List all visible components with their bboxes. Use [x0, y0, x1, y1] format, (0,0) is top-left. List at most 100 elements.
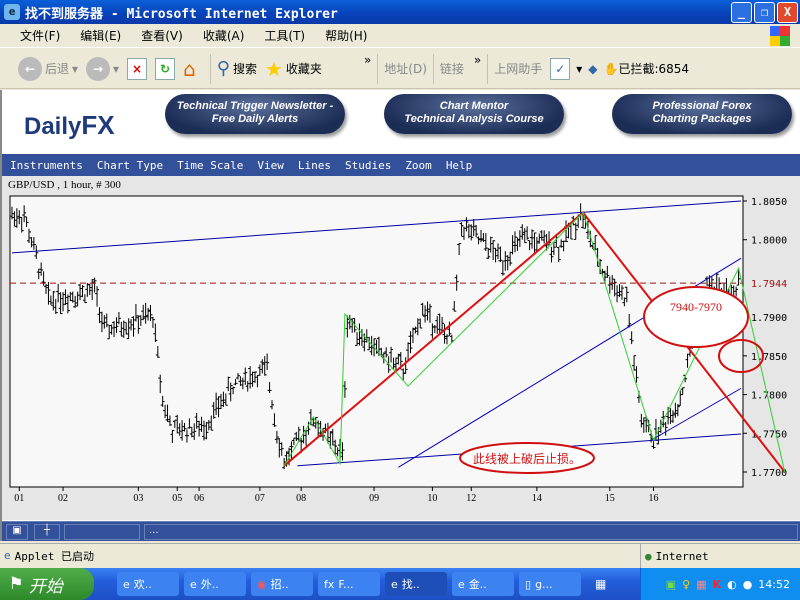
charting-packages-button[interactable]: Professional Forex Charting Packages — [612, 94, 792, 134]
x-tick-label: 14 — [532, 493, 542, 504]
menu-file[interactable]: 文件(F) — [20, 27, 60, 44]
home-icon: ⌂ — [183, 56, 196, 81]
applet-bottom-bar: ▣ ┼ ... — [2, 521, 800, 541]
minimize-button[interactable]: _ — [731, 2, 752, 23]
speaker-icon[interactable]: ◐ — [727, 578, 737, 591]
favorites-button[interactable]: ★ 收藏夹 — [265, 57, 322, 81]
status-text: Applet 已启动 — [14, 549, 94, 563]
menu-favorites[interactable]: 收藏(A) — [203, 27, 245, 44]
chart-mentor-button[interactable]: Chart Mentor Technical Analysis Course — [384, 94, 564, 134]
toolbar-chevron[interactable]: » — [364, 53, 371, 67]
menu-instruments[interactable]: Instruments — [10, 159, 83, 172]
hand-block-icon: ✋ — [603, 61, 619, 76]
menu-help[interactable]: Help — [446, 159, 473, 172]
security-zone: Internet — [655, 549, 709, 563]
menu-zoom[interactable]: Zoom — [405, 159, 432, 172]
menu-view[interactable]: 查看(V) — [141, 27, 183, 44]
menu-edit[interactable]: 编辑(E) — [80, 27, 121, 44]
page-content: DailyFX Technical Trigger Newsletter - Fr… — [0, 90, 800, 541]
taskbar: ⚑ 开始 e 欢.. e 外.. ◉ 招.. fx F... e 找.. e 金.. ▯ g..… — [0, 568, 800, 600]
back-arrow-icon: ← — [18, 56, 42, 81]
menu-time-scale[interactable]: Time Scale — [177, 159, 243, 172]
firewall-icon[interactable]: ▦ — [696, 578, 706, 591]
y-tick-label: 1.7850 — [751, 352, 787, 363]
toolbar: ← 后退 ▾ → ▾ × ↻ ⌂ ⚲ 搜索 ★ 收藏夹 » 地址(D) 链接 » 上网助… — [0, 49, 800, 89]
x-tick-label: 10 — [427, 493, 437, 504]
menu-tools[interactable]: 工具(T) — [264, 27, 305, 44]
menu-chart-type[interactable]: Chart Type — [97, 159, 163, 172]
applet-info: ... — [144, 524, 798, 540]
globe-icon: ● — [645, 549, 652, 563]
address-bar-label[interactable]: 地址(D) — [384, 60, 427, 77]
price-chart[interactable]: 1.80501.80001.79001.78501.78001.77501.77… — [0, 176, 800, 520]
tray-app-icon[interactable]: ● — [743, 578, 753, 591]
start-button[interactable]: ⚑ 开始 — [0, 568, 94, 600]
forward-button[interactable]: → ▾ — [86, 56, 119, 81]
menu-help[interactable]: 帮助(H) — [325, 27, 367, 44]
popup-blocked-count[interactable]: 已拦截:6854 — [618, 60, 689, 77]
task-button[interactable]: e 金.. — [452, 572, 514, 596]
refresh-icon: ↻ — [155, 57, 176, 80]
y-tick-label: 1.7900 — [751, 313, 787, 324]
keyboard-icon[interactable]: ▦ — [595, 577, 606, 591]
window-title: 找不到服务器 - Microsoft Internet Explorer — [25, 6, 338, 22]
favorites-label: 收藏夹 — [285, 62, 322, 76]
maximize-button[interactable]: ❐ — [754, 2, 775, 23]
x-tick-label: 15 — [605, 493, 615, 504]
x-tick-label: 12 — [466, 493, 476, 504]
current-price-label: 1.7944 — [751, 279, 787, 290]
menu-studies[interactable]: Studies — [345, 159, 391, 172]
clock: 14:52 — [758, 577, 790, 591]
x-tick-label: 03 — [133, 493, 143, 504]
windows-flag-icon: ⚑ — [10, 574, 23, 594]
x-tick-label: 08 — [296, 493, 306, 504]
x-tick-label: 16 — [649, 493, 659, 504]
applet-menu: Instruments Chart Type Time Scale View L… — [2, 154, 800, 176]
links-chevron[interactable]: » — [474, 53, 481, 67]
menu-view[interactable]: View — [257, 159, 284, 172]
search-icon: ⚲ — [216, 58, 230, 79]
x-tick-label: 06 — [194, 493, 204, 504]
pan-tool-icon[interactable]: ▣ — [6, 524, 28, 540]
annotation-text: 7940-7970 — [670, 300, 722, 314]
x-tick-label: 07 — [255, 493, 265, 504]
title-bar: e 找不到服务器 - Microsoft Internet Explorer _… — [0, 0, 800, 24]
search-button[interactable]: ⚲ 搜索 — [217, 58, 257, 79]
fx-icon: fx — [324, 577, 335, 591]
task-button[interactable]: e 外.. — [184, 572, 246, 596]
back-button[interactable]: ← 后退 ▾ — [18, 56, 78, 81]
task-button[interactable]: e 欢.. — [117, 572, 179, 596]
task-button-active[interactable]: e 找.. — [385, 572, 447, 596]
stop-button[interactable]: × — [127, 57, 148, 80]
forward-arrow-icon: → — [86, 56, 111, 81]
task-button[interactable]: ◉ 招.. — [251, 572, 313, 596]
check-icon[interactable]: ✓ — [550, 57, 571, 80]
y-tick-label: 1.8000 — [751, 236, 787, 247]
ie-icon: e — [123, 577, 130, 591]
menu-lines[interactable]: Lines — [298, 159, 331, 172]
system-tray: ▣ ♀ ▦ K ◐ ● 14:52 — [640, 568, 800, 600]
newsletter-button[interactable]: Technical Trigger Newsletter - Free Daily… — [165, 94, 345, 134]
x-tick-label: 05 — [172, 493, 182, 504]
network-icon[interactable]: ▣ — [666, 578, 676, 591]
x-tick-label: 02 — [58, 493, 68, 504]
chart-panel: GBP/USD , 1 hour, # 300 1.8050 1.8000 1.79… — [2, 176, 800, 520]
menu-bar: 文件(F) 编辑(E) 查看(V) 收藏(A) 工具(T) 帮助(H) — [0, 24, 800, 48]
eraser-icon[interactable]: ◆ — [588, 62, 597, 76]
task-button[interactable]: ▯ g... — [519, 572, 581, 596]
crosshair-tool-icon[interactable]: ┼ — [34, 524, 60, 540]
antivirus-k-icon[interactable]: K — [713, 578, 722, 591]
helper-label[interactable]: 上网助手 — [494, 60, 542, 77]
home-button[interactable]: ⌂ — [183, 57, 196, 81]
key-icon[interactable]: ♀ — [682, 578, 690, 591]
ie-icon: e — [4, 4, 20, 20]
back-label: 后退 — [45, 62, 70, 76]
ie-page-icon: e — [4, 549, 11, 562]
refresh-button[interactable]: ↻ — [155, 57, 176, 80]
task-button[interactable]: fx F... — [318, 572, 380, 596]
close-button[interactable]: X — [777, 2, 798, 23]
x-tick-label: 01 — [14, 493, 24, 504]
ie-icon: e — [391, 577, 398, 591]
dailyfx-logo[interactable]: DailyFX — [24, 110, 115, 141]
links-label[interactable]: 链接 — [440, 60, 464, 77]
